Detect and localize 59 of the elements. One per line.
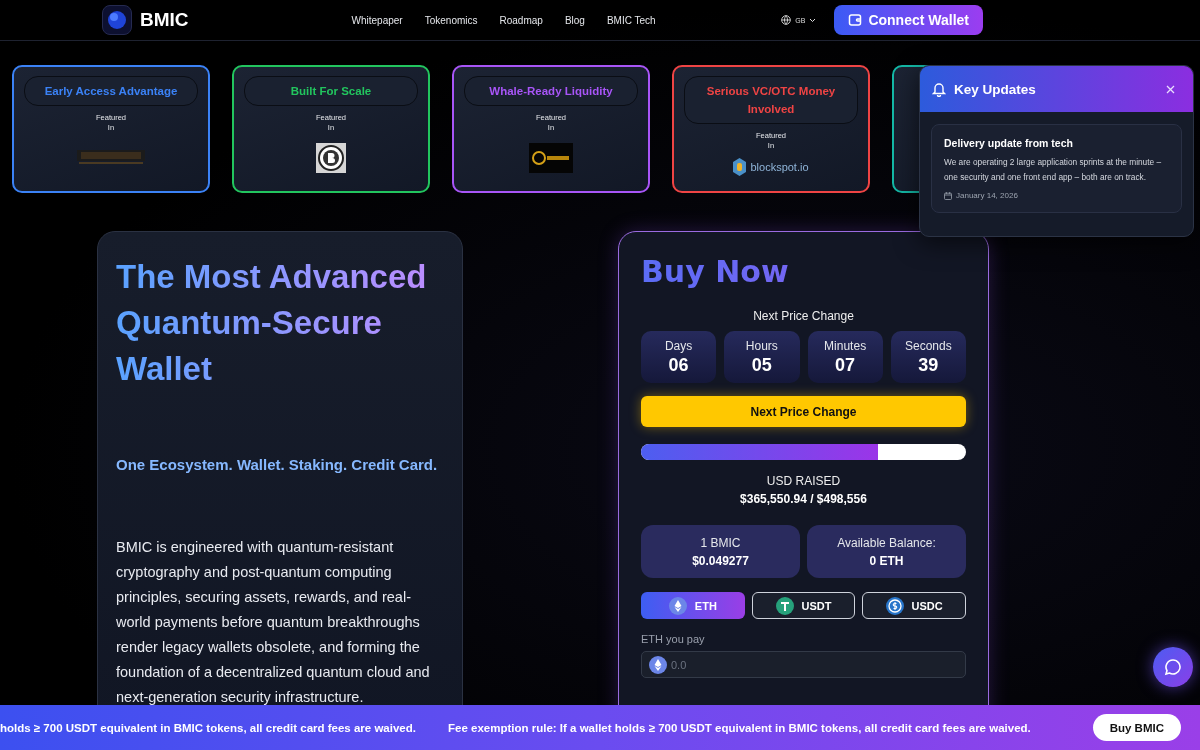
countdown-value: 06 xyxy=(668,354,689,376)
stat-value: 0 ETH xyxy=(869,553,904,568)
nav-link[interactable]: Blog xyxy=(564,14,585,26)
nav-link[interactable]: Tokenomics xyxy=(424,14,478,26)
chat-button[interactable] xyxy=(1153,647,1193,687)
close-icon xyxy=(1166,84,1175,94)
ethereum-icon xyxy=(668,596,687,615)
update-text: We are operating 2 large application sprints at the minute – one security and one front end app – both are on track. xyxy=(944,156,1163,184)
countdown-unit: Minutes xyxy=(824,338,867,353)
nav-link[interactable]: Roadmap xyxy=(499,14,543,26)
connect-wallet-button[interactable]: Connect Wallet xyxy=(834,5,983,35)
nav-link[interactable]: BMIC Tech xyxy=(606,14,656,26)
countdown-unit: Hours xyxy=(745,338,778,353)
nav-link[interactable]: Whitepaper xyxy=(351,14,403,26)
stat-value: $0.049277 xyxy=(692,553,749,568)
usdc-icon xyxy=(885,596,904,615)
countdown-value: 05 xyxy=(751,354,772,376)
calendar-icon xyxy=(944,191,952,200)
globe-icon xyxy=(781,15,792,25)
chat-icon xyxy=(1164,658,1182,676)
banner-message: Fee exemption rule: If a wallet holds ≥ 700 USDT equivalent in BMIC tokens, all credit card fees are waived. xyxy=(448,721,1031,734)
banner-message: holds ≥ 700 USDT equivalent in BMIC tokens, all credit card fees are waived. xyxy=(0,721,416,734)
logo-icon[interactable] xyxy=(102,5,132,35)
countdown-value: 07 xyxy=(835,354,856,376)
tether-icon xyxy=(775,596,794,615)
raised-amount: $365,550.94 / $498,556 xyxy=(739,492,868,506)
card-title: Built For Scale xyxy=(244,76,418,106)
token-tab[interactable]: ETH xyxy=(641,592,745,619)
countdown-unit: Days xyxy=(664,338,693,353)
hero-subtitle: One Ecosystem. Wallet. Staking. Credit Card. xyxy=(116,456,439,473)
card-title: Early Access Advantage xyxy=(24,76,198,106)
token-tab[interactable]: USDC xyxy=(862,592,966,619)
countdown-unit: Seconds xyxy=(905,338,952,353)
ethereum-icon xyxy=(649,655,667,674)
update-date: January 14, 2026 xyxy=(956,191,1018,200)
pay-input[interactable]: 0.0 xyxy=(641,651,966,678)
next-price-button[interactable]: Next Price Change xyxy=(641,396,966,427)
buy-bmic-button[interactable]: Buy BMIC xyxy=(1092,714,1181,741)
raised-label: USD RAISED xyxy=(765,474,842,488)
logo-text[interactable]: BMIC xyxy=(140,9,189,31)
card-title: Whale-Ready Liquidity xyxy=(464,76,638,106)
update-title: Delivery update from tech xyxy=(944,137,1074,149)
wallet-icon xyxy=(848,13,863,27)
card-title: Serious VC/OTC Money Involved xyxy=(684,76,858,124)
token-tab[interactable]: USDT xyxy=(751,592,856,619)
blockspot-icon xyxy=(733,157,747,176)
stat-label: Available Balance: xyxy=(837,535,936,550)
logo-text: blockspot.io xyxy=(750,160,809,173)
pay-label: ETH you pay xyxy=(641,633,706,645)
countdown-value: 39 xyxy=(918,354,939,376)
bell-icon xyxy=(932,81,946,97)
bitcoin-icon xyxy=(316,142,346,173)
popup-title: Key Updates xyxy=(954,81,1037,97)
logo-icon xyxy=(529,142,573,173)
hero-description: BMIC is engineered with quantum-resistant cryptography and post-quantum computing principles, securing assets, rewards, and real-world payments before quantum breakthroughs render legacy wallets obsolete, and forming the foundation of a decentralized quantum cloud and next-generation security infrastructure. xyxy=(116,538,431,707)
chevron-icon xyxy=(809,17,817,23)
logo-icon xyxy=(77,149,145,166)
stat-label: 1 BMIC xyxy=(700,535,741,550)
countdown-label: Next Price Change xyxy=(752,309,855,323)
